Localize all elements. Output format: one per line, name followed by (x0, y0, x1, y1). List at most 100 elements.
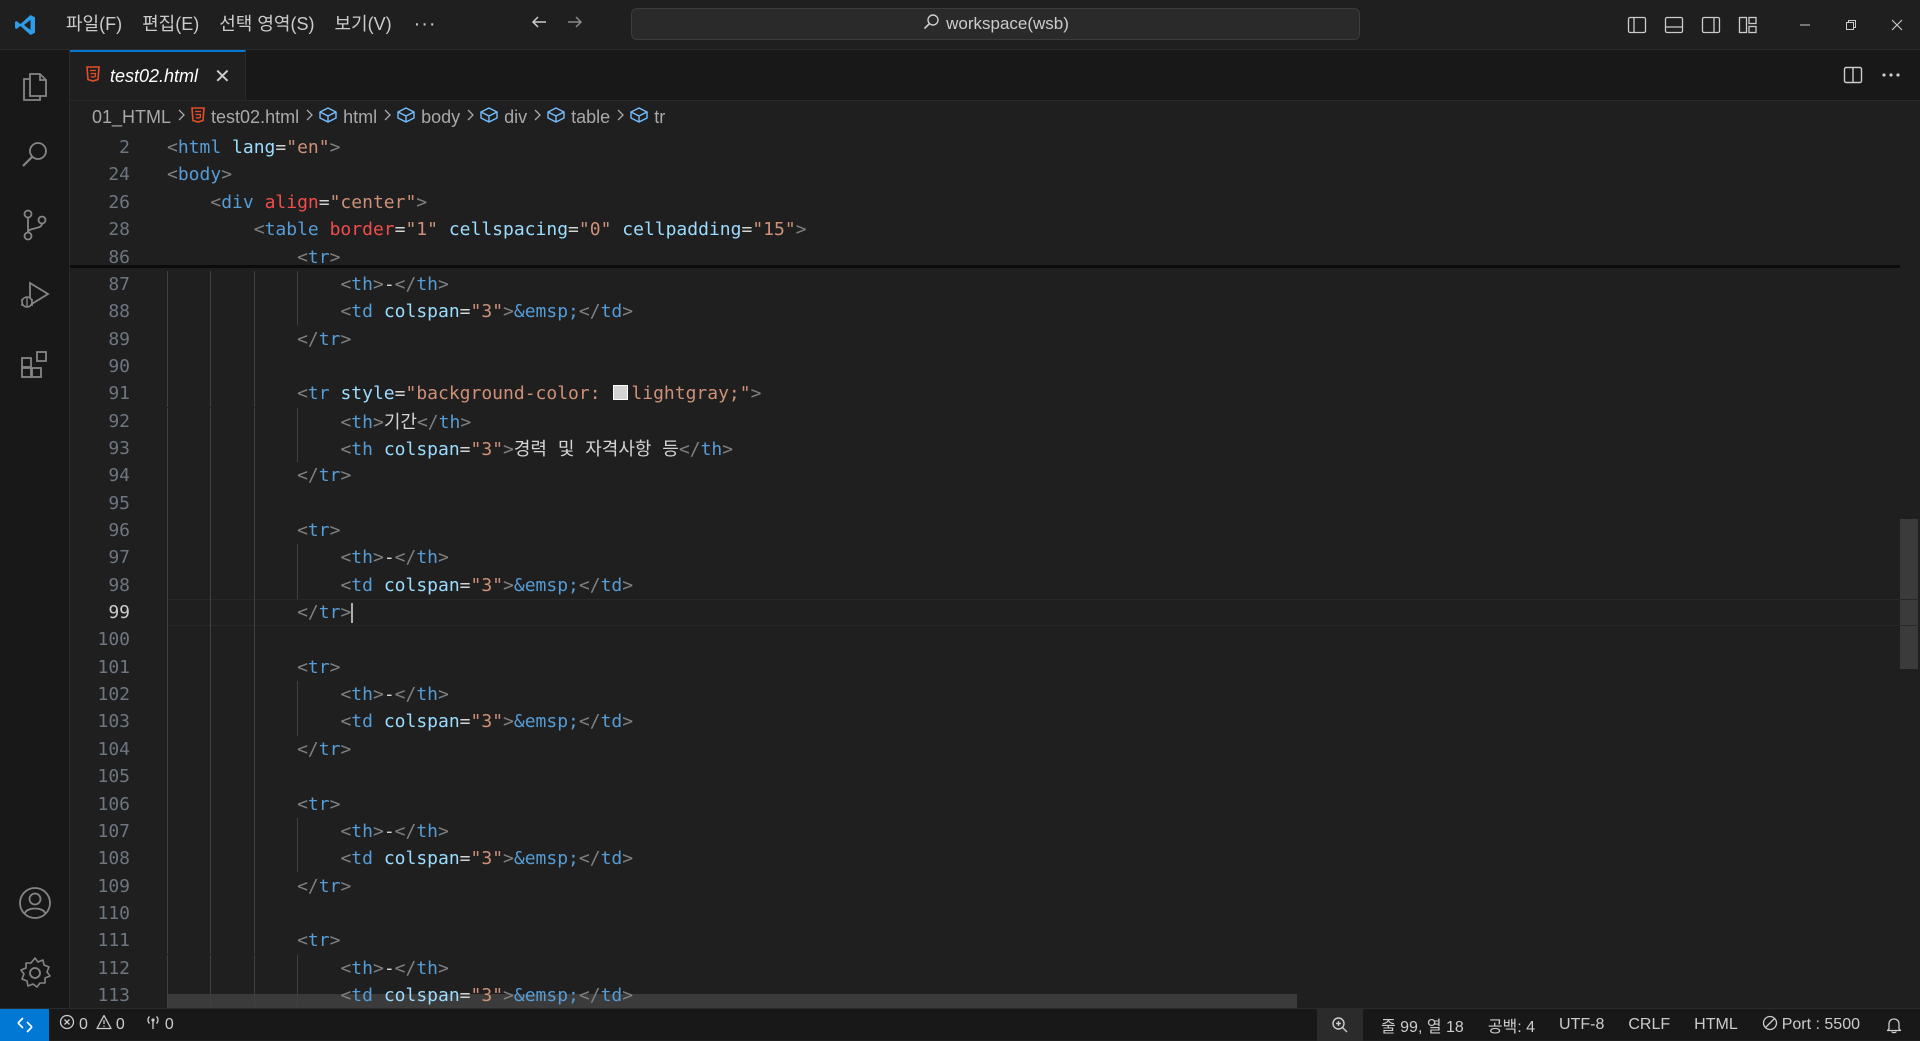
restore-window-icon[interactable] (1828, 0, 1874, 49)
code-token: th (416, 684, 439, 706)
code-line[interactable]: 86 <tr> (70, 243, 1900, 270)
breadcrumb-file[interactable]: test02.html (191, 107, 299, 128)
code-line[interactable]: 28 <table border="1" cellspacing="0" cell… (70, 216, 1900, 243)
breadcrumb-folder[interactable]: 01_HTML (92, 107, 171, 128)
breadcrumb-body[interactable]: body (397, 107, 460, 128)
menu-selection[interactable]: 선택 영역(S) (209, 0, 324, 49)
menu-view[interactable]: 보기(V) (324, 0, 401, 49)
code-line[interactable]: 105 (70, 763, 1900, 790)
code-token: = (459, 711, 471, 733)
code-line[interactable]: 87 <th>-</th> (70, 271, 1900, 298)
code-line[interactable]: 109 </tr> (70, 872, 1900, 899)
tab-test02-html[interactable]: test02.html ✕ (70, 50, 246, 100)
code-line[interactable]: 92 <th>기간</th> (70, 408, 1900, 435)
code-line[interactable]: 99 </tr> (70, 599, 1900, 626)
accounts-icon[interactable] (0, 868, 69, 938)
code-line[interactable]: 102 <th>-</th> (70, 681, 1900, 708)
breadcrumb-tr[interactable]: tr (630, 107, 665, 128)
code-line[interactable]: 94 </tr> (70, 462, 1900, 489)
code-line[interactable]: 95 (70, 490, 1900, 517)
toggle-panel-icon[interactable] (1655, 0, 1692, 49)
code-line[interactable]: 108 <td colspan="3">&emsp;</td> (70, 845, 1900, 872)
language-mode[interactable]: HTML (1680, 1009, 1748, 1041)
zoom-icon[interactable] (1316, 1009, 1363, 1041)
code-token: td (351, 984, 373, 1006)
run-debug-icon[interactable] (0, 260, 69, 330)
code-line[interactable]: 103 <td colspan="3">&emsp;</td> (70, 708, 1900, 735)
code-line[interactable]: 104 </tr> (70, 736, 1900, 763)
breadcrumb-div[interactable]: div (480, 107, 527, 128)
extensions-icon[interactable] (0, 330, 69, 400)
code-editor[interactable]: 2 <html lang="en"> 24 <body> 26 <div align="c… (70, 133, 1920, 1008)
vertical-scrollbar-thumb[interactable] (1900, 519, 1918, 669)
forward-arrow-icon[interactable] (565, 12, 585, 38)
code-token: colspan (383, 848, 460, 870)
split-editor-icon[interactable] (1834, 50, 1872, 100)
indent-guide (167, 598, 168, 627)
code-line[interactable]: 96 <tr> (70, 517, 1900, 544)
code-line[interactable]: 112 <th>-</th> (70, 955, 1900, 982)
source-control-icon[interactable] (0, 190, 69, 260)
problems-indicator[interactable]: 0 0 (49, 1009, 135, 1041)
toggle-secondary-sidebar-icon[interactable] (1692, 0, 1729, 49)
breadcrumb-table[interactable]: table (547, 107, 610, 128)
code-line[interactable]: 91 <tr style="background-color: lightgray… (70, 380, 1900, 407)
toggle-primary-sidebar-icon[interactable] (1618, 0, 1655, 49)
code-line[interactable]: 88 <td colspan="3">&emsp;</td> (70, 298, 1900, 325)
code-line[interactable]: 107 <th>-</th> (70, 818, 1900, 845)
indentation[interactable]: 공백: 4 (1474, 1009, 1545, 1041)
code-token: "1" (405, 219, 438, 241)
live-server-button[interactable]: Port : 5500 (1748, 1009, 1870, 1041)
code-token: > (503, 984, 514, 1006)
code-line[interactable]: 106 <tr> (70, 790, 1900, 817)
notifications-bell-icon[interactable] (1870, 1009, 1920, 1041)
explorer-icon[interactable] (0, 50, 69, 120)
back-arrow-icon[interactable] (529, 12, 549, 38)
vertical-scrollbar[interactable] (1900, 133, 1920, 1008)
line-number: 113 (97, 984, 130, 1006)
code-token: cellspacing (448, 219, 569, 241)
settings-gear-icon[interactable] (0, 938, 69, 1008)
code-token: > (438, 957, 449, 979)
tab-close-icon[interactable]: ✕ (214, 64, 231, 89)
symbol-element-icon (547, 106, 565, 128)
menu-more-button[interactable]: ··· (402, 13, 449, 36)
line-number: 99 (108, 602, 130, 624)
cursor-position[interactable]: 줄 99, 열 18 (1363, 1009, 1474, 1041)
color-swatch-lightgray[interactable] (613, 385, 629, 401)
code-line[interactable]: 98 <td colspan="3">&emsp;</td> (70, 572, 1900, 599)
code-token: > (372, 547, 384, 569)
code-line[interactable]: 26 <div align="center"> (70, 189, 1900, 216)
remote-indicator-icon[interactable] (0, 1008, 49, 1041)
code-line[interactable]: 111 <tr> (70, 927, 1900, 954)
code-line[interactable]: 24 <body> (70, 161, 1900, 188)
code-text: </tr> (297, 465, 351, 486)
code-line[interactable]: 89 </tr> (70, 325, 1900, 352)
breadcrumb-html[interactable]: html (319, 107, 377, 128)
menu-file[interactable]: 파일(F) (56, 0, 132, 49)
code-line[interactable]: 110 (70, 900, 1900, 927)
encoding[interactable]: UTF-8 (1545, 1009, 1614, 1041)
code-line[interactable]: 100 (70, 626, 1900, 653)
command-center-search[interactable]: workspace(wsb) (631, 8, 1360, 40)
code-text: </tr> (297, 329, 351, 350)
line-ending[interactable]: CRLF (1614, 1009, 1680, 1041)
code-line[interactable]: 2 <html lang="en"> (70, 134, 1900, 161)
code-line[interactable]: 113 <td colspan="3">&emsp;</td> (70, 982, 1900, 1008)
customize-layout-icon[interactable] (1729, 0, 1766, 49)
chevron-right-icon (177, 108, 185, 126)
code-line[interactable]: 97 <th>-</th> (70, 544, 1900, 571)
code-token: </ (297, 602, 319, 624)
ports-indicator[interactable]: 0 (135, 1009, 184, 1041)
menu-edit[interactable]: 편집(E) (132, 0, 209, 49)
search-icon[interactable] (0, 120, 69, 190)
code-line[interactable]: 93 <th colspan="3">경력 및 자격사항 등</th> (70, 435, 1900, 462)
code-line[interactable]: 90 (70, 353, 1900, 380)
code-line[interactable]: 101 <tr> (70, 654, 1900, 681)
code-token: = (459, 301, 471, 323)
close-window-icon[interactable] (1874, 0, 1920, 49)
minimize-window-icon[interactable] (1782, 0, 1828, 49)
more-actions-icon[interactable] (1872, 50, 1910, 100)
